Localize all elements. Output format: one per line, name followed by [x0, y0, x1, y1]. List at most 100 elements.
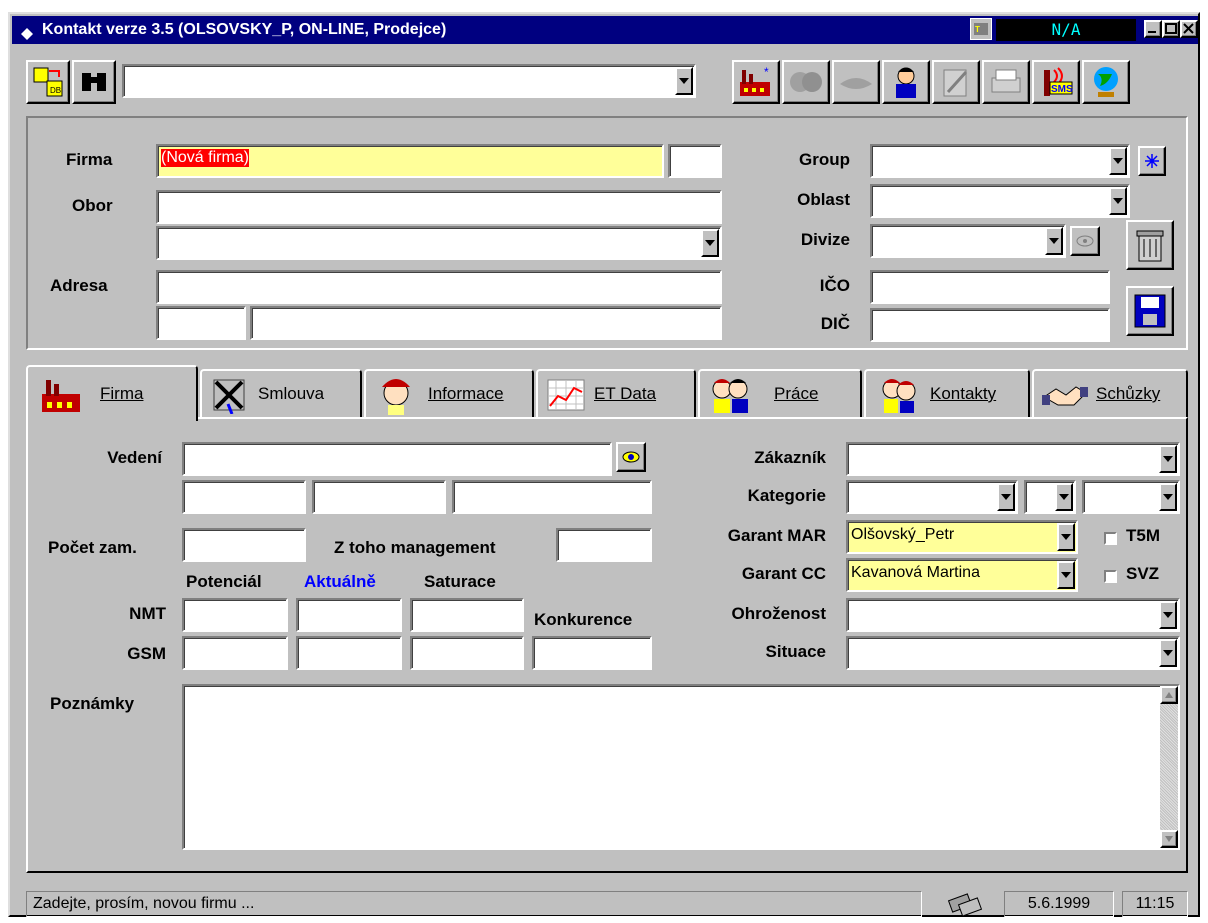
vedeni-field-1[interactable]	[182, 480, 306, 514]
save-button[interactable]	[1126, 286, 1174, 336]
minimize-button[interactable]	[1144, 20, 1162, 38]
kategorie-select-3[interactable]	[1082, 480, 1180, 514]
tab-et-data[interactable]: ET Data	[536, 369, 696, 419]
search-combo[interactable]	[122, 64, 696, 98]
tab-firma[interactable]: Firma	[26, 365, 198, 421]
adresa-label: Adresa	[50, 276, 108, 295]
nmt-potencial-input[interactable]	[182, 598, 288, 632]
title-bar[interactable]: Kontakt verze 3.5 (OLSOVSKY_P, ON-LINE, …	[12, 16, 1198, 44]
konkurence-label: Konkurence	[534, 610, 633, 629]
pocet-zam-input[interactable]	[182, 528, 306, 562]
kategorie-select-1[interactable]	[846, 480, 1018, 514]
database-sync-icon: DB	[30, 64, 66, 100]
vedeni-field-3[interactable]	[452, 480, 652, 514]
gsm-saturace-input[interactable]	[410, 636, 524, 670]
tab-et-data-label: ET Data	[594, 384, 657, 403]
person-button[interactable]	[882, 60, 930, 104]
garant-cc-value: Kavanová Martina	[851, 564, 980, 581]
scroll-down-button[interactable]	[1160, 830, 1178, 848]
svg-text:SMS: SMS	[1051, 84, 1073, 95]
internet-button[interactable]	[1082, 60, 1130, 104]
vedeni-label: Vedení	[107, 448, 162, 467]
ohrozenost-dropdown-button[interactable]	[1159, 601, 1177, 629]
oblast-dropdown-button[interactable]	[1109, 187, 1127, 215]
ico-input[interactable]	[870, 270, 1110, 304]
situace-dropdown-button[interactable]	[1159, 639, 1177, 667]
dic-input[interactable]	[870, 308, 1110, 342]
garant-cc-select[interactable]: Kavanová Martina	[846, 558, 1078, 592]
close-button[interactable]	[1180, 20, 1198, 38]
connection-icon[interactable]: T	[970, 18, 992, 40]
t5m-label: T5M	[1126, 526, 1160, 545]
zakaznik-dropdown-button[interactable]	[1159, 445, 1177, 473]
vedeni-field-2[interactable]	[312, 480, 446, 514]
tab-firma-label: Firma	[100, 384, 144, 403]
eye-icon	[1072, 228, 1098, 254]
meeting-button[interactable]	[832, 60, 880, 104]
vedeni-view-button[interactable]	[616, 442, 646, 472]
tab-smlouva-label: Smlouva	[258, 384, 325, 403]
tab-prace[interactable]: Práce	[698, 369, 862, 419]
gsm-konkurence-input[interactable]	[532, 636, 652, 670]
tab-prace-label: Práce	[774, 384, 819, 403]
management-input[interactable]	[556, 528, 652, 562]
firma-input[interactable]: (Nová firma)	[156, 144, 664, 178]
group-select[interactable]	[870, 144, 1130, 178]
adresa-city-input[interactable]	[250, 306, 722, 340]
ohrozenost-select[interactable]	[846, 598, 1180, 632]
divize-view-button[interactable]	[1070, 226, 1100, 256]
oblast-select[interactable]	[870, 184, 1130, 218]
situace-select[interactable]	[846, 636, 1180, 670]
group-new-button[interactable]	[1138, 146, 1166, 176]
nmt-saturace-input[interactable]	[410, 598, 524, 632]
status-message: Zadejte, prosím, novou firmu ...	[26, 891, 922, 917]
kategorie-3-dropdown-button[interactable]	[1159, 483, 1177, 511]
obor-dropdown-button[interactable]	[701, 229, 719, 257]
sms-button[interactable]: SMS	[1032, 60, 1080, 104]
maximize-button[interactable]	[1162, 20, 1180, 38]
gsm-aktualne-input[interactable]	[296, 636, 402, 670]
t5m-checkbox[interactable]	[1104, 532, 1117, 545]
garant-cc-dropdown-button[interactable]	[1057, 561, 1075, 589]
print-button[interactable]	[982, 60, 1030, 104]
find-button[interactable]	[72, 60, 116, 104]
obor-input[interactable]	[156, 190, 722, 224]
database-sync-button[interactable]: DB	[26, 60, 70, 104]
poznamky-textarea[interactable]	[182, 684, 1180, 850]
management-label: Z toho management	[334, 538, 496, 557]
edit-document-button[interactable]	[932, 60, 980, 104]
svz-checkbox[interactable]	[1104, 570, 1117, 583]
companies-button[interactable]	[782, 60, 830, 104]
app-pin-icon[interactable]	[20, 23, 34, 40]
scroll-up-button[interactable]	[1160, 686, 1178, 704]
garant-mar-dropdown-button[interactable]	[1057, 523, 1075, 551]
poznamky-scrollbar[interactable]	[1160, 686, 1178, 848]
adresa-zip-input[interactable]	[156, 306, 246, 340]
tab-informace[interactable]: Informace	[364, 369, 534, 419]
kategorie-select-2[interactable]	[1024, 480, 1076, 514]
nmt-aktualne-input[interactable]	[296, 598, 402, 632]
delete-button[interactable]	[1126, 220, 1174, 270]
kategorie-1-dropdown-button[interactable]	[997, 483, 1015, 511]
zakaznik-select[interactable]	[846, 442, 1180, 476]
search-dropdown-button[interactable]	[675, 67, 693, 95]
vedeni-input[interactable]	[182, 442, 612, 476]
obor-select[interactable]	[156, 226, 722, 260]
divize-select[interactable]	[870, 224, 1066, 258]
factory-icon	[38, 374, 86, 414]
new-company-button[interactable]: *	[732, 60, 780, 104]
firma-code-input[interactable]	[668, 144, 722, 178]
adresa-street-input[interactable]	[156, 270, 722, 304]
divize-label: Divize	[800, 230, 850, 249]
tab-kontakty[interactable]: Kontakty	[864, 369, 1030, 419]
tab-smlouva[interactable]: Smlouva	[200, 369, 362, 419]
potencial-label: Potenciál	[186, 572, 262, 591]
divize-dropdown-button[interactable]	[1045, 227, 1063, 255]
tab-schuzky[interactable]: Schůzky	[1032, 369, 1188, 419]
garant-mar-select[interactable]: Olšovský_Petr	[846, 520, 1078, 554]
sms-icon: SMS	[1036, 64, 1076, 100]
gsm-potencial-input[interactable]	[182, 636, 288, 670]
kategorie-2-dropdown-button[interactable]	[1055, 483, 1073, 511]
garant-cc-label: Garant CC	[741, 564, 826, 583]
group-dropdown-button[interactable]	[1109, 147, 1127, 175]
